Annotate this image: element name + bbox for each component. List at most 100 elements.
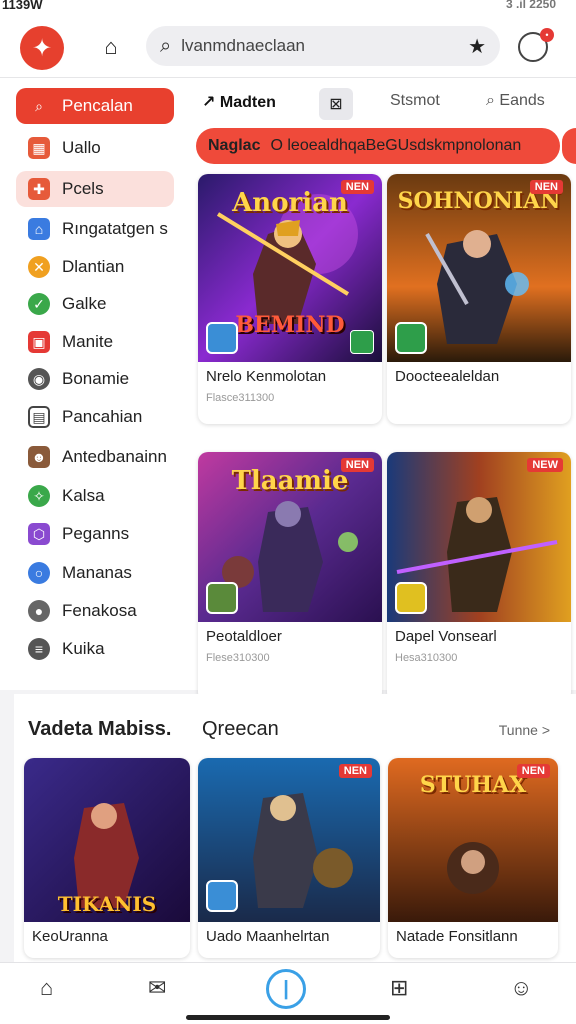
filter-icon[interactable]: ⊠ (319, 88, 353, 120)
sidebar-item-label: Manite (62, 332, 114, 351)
game-card[interactable]: Anorian BEMIND NEN Nrelo Kenmolotan Flas… (198, 174, 382, 424)
new-badge: NEN (340, 458, 374, 472)
sidebar-item-13[interactable]: ● Fenakosa (16, 593, 174, 629)
tab-featured[interactable]: ↗ Madten (202, 92, 276, 112)
card-title: Dapel Vonsearl (395, 628, 497, 645)
sidebar-item-3[interactable]: ⌂ Rıngatatgen s (16, 211, 174, 247)
sidebar-item-8[interactable]: ▤ Pancahian (16, 399, 174, 435)
status-bar: 1139W 3 .il 2250 (0, 0, 576, 16)
promo-banner[interactable]: Naglac O leoealdhqaBeGUsdskmpnolonan (196, 128, 560, 164)
card-title: Doocteealeldan (395, 368, 500, 385)
game-card[interactable]: SOHNONIAN NEN Doocteealeldan (387, 174, 571, 424)
database-icon: ≡ (28, 638, 50, 660)
dragon-icon: ✧ (28, 485, 50, 507)
camera-icon: ◉ (28, 368, 50, 390)
table-icon: ▤ (28, 406, 50, 428)
mail-icon[interactable]: ✉ (148, 975, 166, 1001)
sidebar-item-label: Peganns (62, 524, 130, 543)
game-icon[interactable]: ⊞ (390, 975, 408, 1001)
home-icon[interactable]: ⌂ (98, 34, 124, 60)
card-subtitle: Hesa310300 (395, 652, 458, 664)
app-logo[interactable]: ✦ (20, 26, 64, 70)
new-badge: NEN (516, 764, 550, 778)
app-icon (206, 322, 238, 354)
game-card[interactable]: NEN Uado Maanhelrtan (198, 758, 380, 958)
top-bar: ✦ ⌂ ⌕ ★ • (0, 16, 576, 78)
sidebar-item-label: Dlantian (62, 257, 125, 276)
platform-icon (350, 330, 374, 354)
sidebar-item-label: Pancahian (62, 407, 143, 426)
home-indicator (186, 1015, 390, 1020)
status-time: 1139W (2, 0, 43, 12)
new-badge: NEN (529, 180, 563, 194)
favorite-star-icon[interactable]: ★ (468, 34, 486, 59)
sidebar-item-6[interactable]: ▣ Manite (16, 324, 174, 360)
sidebar-item-7[interactable]: ◉ Bonamie (16, 361, 174, 397)
home-icon[interactable]: ⌂ (40, 975, 53, 1001)
sidebar-item-5[interactable]: ✓ Galke (16, 286, 174, 322)
card-title: Nrelo Kenmolotan (206, 368, 327, 385)
sidebar-item-label: Uallo (62, 138, 101, 157)
star-icon: ✕ (28, 256, 50, 278)
character-icon: ☻ (28, 446, 50, 468)
game-card[interactable]: NEW Dapel Vonsearl Hesa310300 (387, 452, 571, 702)
banner-title: Naglac (208, 137, 261, 154)
trending-icon: ↗ (202, 94, 220, 111)
center-action-button[interactable]: | (266, 969, 306, 1009)
card-subtitle: Flese310300 (206, 652, 270, 664)
sidebar-item-9[interactable]: ☻ Antedbanainn (16, 439, 174, 475)
banner-text: O leoealdhqaBeGUsdskmpnolonan (270, 137, 522, 154)
sidebar-item-label: Rıngatatgen s (62, 219, 168, 238)
tab-second[interactable]: Stsmot (390, 92, 440, 110)
lock-icon: ⌂ (28, 218, 50, 240)
sidebar-item-label: Galke (62, 294, 107, 313)
new-badge: NEN (340, 180, 374, 194)
calendar-icon: ▦ (28, 137, 50, 159)
sidebar-item-4[interactable]: ✕ Dlantian (16, 249, 174, 285)
game-card[interactable]: Tlaamie NEN Peotaldloer Flese310300 (198, 452, 382, 702)
search-icon: ⌕ (486, 92, 500, 109)
sidebar-item-label: Kuika (62, 639, 105, 658)
bottom-nav: ⌂ ✉ | ⊞ ☺ (0, 962, 576, 1024)
sidebar-item-label: Kalsa (62, 486, 105, 505)
search-input[interactable] (181, 36, 442, 56)
sidebar-item-label: Antedbanainn (62, 447, 167, 466)
app-icon (395, 322, 427, 354)
sidebar-item-label: Mananas (62, 563, 132, 582)
group-icon: ● (28, 600, 50, 622)
new-badge: NEW (527, 458, 563, 472)
notification-icon[interactable]: • (518, 28, 554, 62)
game-card[interactable]: STUHAX NEN Natade Fonsitlann (388, 758, 558, 958)
sidebar: ⌕ Pencalan ▦ Uallo ✚ Pcels ⌂ Rıngatatgen s ✕… (0, 78, 182, 690)
bag-icon: ▣ (28, 331, 50, 353)
see-more-link[interactable]: Tunne > (499, 722, 550, 738)
profile-icon[interactable]: ☺ (510, 975, 532, 1001)
notification-badge: • (540, 28, 554, 42)
tab-search[interactable]: ⌕ Eands (486, 92, 545, 110)
sidebar-item-12[interactable]: ○ Mananas (16, 555, 174, 591)
tab-bar: ↗ Madten ⊠ Stsmot ⌕ Eands (182, 78, 576, 126)
sidebar-item-1[interactable]: ▦ Uallo (16, 130, 174, 166)
card-title: Uado Maanhelrtan (206, 928, 330, 945)
status-icons: 3 .il 2250 (505, 0, 556, 11)
app-icon (395, 582, 427, 614)
search-icon: ⌕ (35, 97, 43, 114)
section-panel: Vadeta Mabiss. Qreecan Tunne > TIKANIS K… (14, 694, 576, 962)
section-subtitle: Qreecan (202, 718, 279, 740)
leaf-icon: ✓ (28, 293, 50, 315)
sidebar-item-2[interactable]: ✚ Pcels (16, 171, 174, 207)
globe-icon: ○ (28, 562, 50, 584)
banner-next[interactable] (562, 128, 576, 164)
search-icon: ⌕ (160, 34, 172, 57)
new-badge: NEN (338, 764, 372, 778)
main-content: ↗ Madten ⊠ Stsmot ⌕ Eands Naglac O leoea… (182, 78, 576, 702)
sidebar-item-search[interactable]: ⌕ Pencalan (16, 88, 174, 124)
sidebar-item-10[interactable]: ✧ Kalsa (16, 478, 174, 514)
sidebar-item-11[interactable]: ⬡ Peganns (16, 516, 174, 552)
game-card[interactable]: TIKANIS KeoUranna (24, 758, 190, 958)
art-title: TIKANIS (57, 892, 157, 916)
card-title: Peotaldloer (206, 628, 282, 645)
shield-icon: ⬡ (28, 523, 50, 545)
search-bar[interactable]: ⌕ ★ (146, 26, 500, 66)
sidebar-item-14[interactable]: ≡ Kuika (16, 631, 174, 667)
